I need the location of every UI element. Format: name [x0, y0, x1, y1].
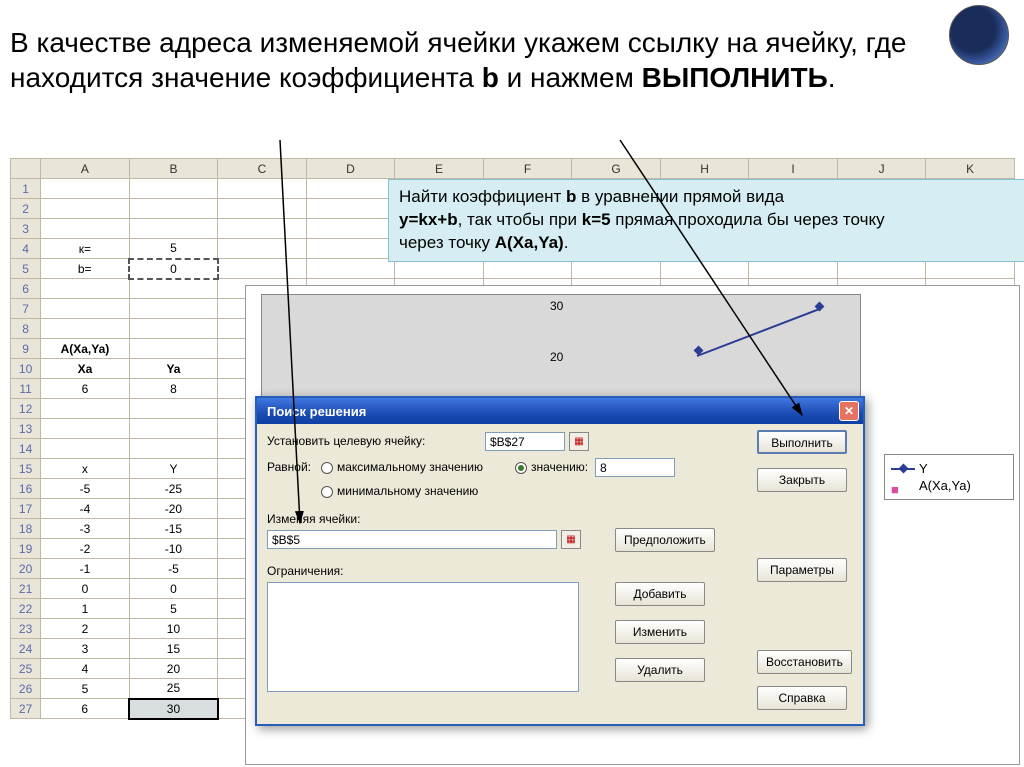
row-header[interactable]: 2 — [11, 199, 41, 219]
select-all-corner[interactable] — [11, 159, 41, 179]
row-header[interactable]: 13 — [11, 419, 41, 439]
row-header[interactable]: 24 — [11, 639, 41, 659]
col-header-j[interactable]: J — [837, 159, 926, 179]
constraints-listbox[interactable] — [267, 582, 579, 692]
row-header[interactable]: 11 — [11, 379, 41, 399]
chart-legend: Y A(Xa,Ya) — [884, 454, 1014, 500]
row-header[interactable]: 19 — [11, 539, 41, 559]
task-description: Найти коэффициент b в уравнении прямой в… — [388, 179, 1024, 262]
target-cell-label: Установить целевую ячейку: — [267, 434, 425, 448]
row-header[interactable]: 1 — [11, 179, 41, 199]
target-cell-input[interactable] — [485, 432, 565, 451]
chart-tick-20: 20 — [550, 350, 563, 364]
row-header[interactable]: 17 — [11, 499, 41, 519]
cell-b5[interactable]: 0 — [129, 259, 218, 279]
row-header[interactable]: 27 — [11, 699, 41, 719]
col-header-k[interactable]: K — [926, 159, 1015, 179]
radio-value[interactable] — [515, 462, 527, 474]
slide-title: В качестве адреса изменяемой ячейки укаж… — [10, 25, 930, 95]
radio-value-label: значению: — [531, 460, 588, 474]
row-header[interactable]: 22 — [11, 599, 41, 619]
col-header-i[interactable]: I — [749, 159, 838, 179]
legend-swatch-y — [891, 468, 915, 470]
col-header-f[interactable]: F — [483, 159, 572, 179]
row-header[interactable]: 16 — [11, 479, 41, 499]
row-header[interactable]: 6 — [11, 279, 41, 299]
row-header[interactable]: 25 — [11, 659, 41, 679]
col-header-e[interactable]: E — [395, 159, 484, 179]
suggest-button[interactable]: Предположить — [615, 528, 715, 552]
row-header[interactable]: 3 — [11, 219, 41, 239]
row-header[interactable]: 5 — [11, 259, 41, 279]
ref-select-icon[interactable] — [561, 530, 581, 549]
radio-max[interactable] — [321, 462, 333, 474]
row-header[interactable]: 21 — [11, 579, 41, 599]
row-header[interactable]: 23 — [11, 619, 41, 639]
row-header[interactable]: 15 — [11, 459, 41, 479]
changing-cells-label: Изменяя ячейки: — [267, 512, 360, 526]
cell-b27[interactable]: 30 — [129, 699, 218, 719]
chart-tick-30: 30 — [550, 299, 563, 313]
row-header[interactable]: 14 — [11, 439, 41, 459]
edit-constraint-button[interactable]: Изменить — [615, 620, 705, 644]
col-header-c[interactable]: C — [218, 159, 307, 179]
dialog-title-text: Поиск решения — [267, 404, 366, 419]
row-header[interactable]: 26 — [11, 679, 41, 699]
logo-icon — [949, 5, 1009, 65]
row-header[interactable]: 18 — [11, 519, 41, 539]
col-header-h[interactable]: H — [660, 159, 749, 179]
chart-line-y — [697, 308, 819, 356]
row-header[interactable]: 8 — [11, 319, 41, 339]
radio-min-label: минимальному значению — [337, 484, 478, 498]
radio-max-label: максимальному значению — [337, 460, 483, 474]
legend-swatch-a — [891, 482, 915, 490]
equal-label: Равной: — [267, 460, 311, 474]
row-header[interactable]: 4 — [11, 239, 41, 259]
radio-min[interactable] — [321, 486, 333, 498]
close-button[interactable]: Закрыть — [757, 468, 847, 492]
restore-button[interactable]: Восстановить — [757, 650, 852, 674]
row-header[interactable]: 9 — [11, 339, 41, 359]
changing-cells-input[interactable] — [267, 530, 557, 549]
row-header[interactable]: 12 — [11, 399, 41, 419]
row-header[interactable]: 7 — [11, 299, 41, 319]
solver-dialog: Поиск решения ✕ Установить целевую ячейк… — [255, 396, 865, 726]
close-icon[interactable]: ✕ — [839, 401, 859, 421]
delete-constraint-button[interactable]: Удалить — [615, 658, 705, 682]
ref-select-icon[interactable] — [569, 432, 589, 451]
constraints-label: Ограничения: — [267, 564, 343, 578]
add-constraint-button[interactable]: Добавить — [615, 582, 705, 606]
parameters-button[interactable]: Параметры — [757, 558, 847, 582]
target-value-input[interactable] — [595, 458, 675, 477]
row-header[interactable]: 20 — [11, 559, 41, 579]
help-button[interactable]: Справка — [757, 686, 847, 710]
row-header[interactable]: 10 — [11, 359, 41, 379]
dialog-titlebar[interactable]: Поиск решения ✕ — [257, 398, 863, 424]
col-header-g[interactable]: G — [572, 159, 661, 179]
col-header-d[interactable]: D — [306, 159, 395, 179]
run-button[interactable]: Выполнить — [757, 430, 847, 454]
col-header-a[interactable]: A — [41, 159, 130, 179]
col-header-b[interactable]: B — [129, 159, 218, 179]
